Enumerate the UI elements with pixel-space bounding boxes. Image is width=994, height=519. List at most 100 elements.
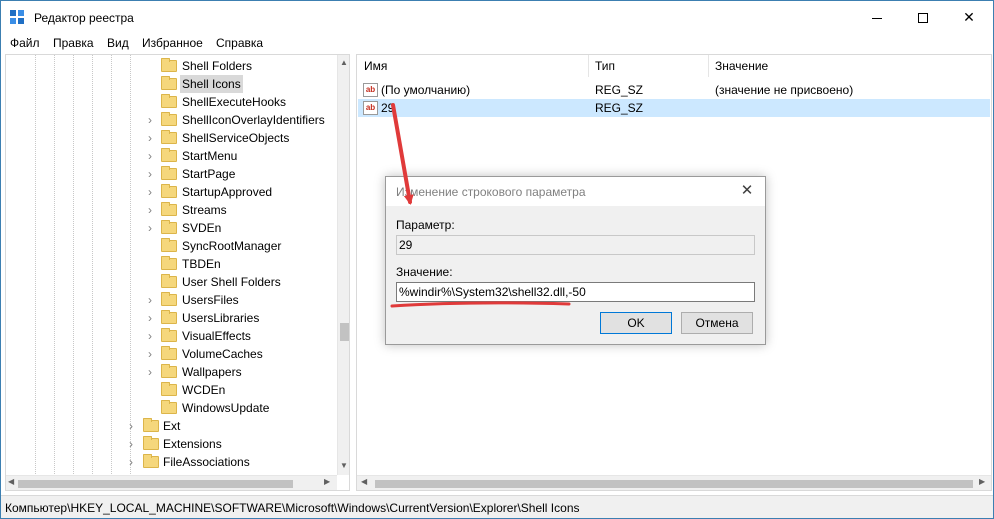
- expand-chevron-icon[interactable]: ›: [148, 183, 158, 201]
- tree-item-label: Extensions: [163, 437, 222, 451]
- tree-item-label: User Shell Folders: [182, 275, 281, 289]
- tree-item[interactable]: User Shell Folders: [6, 273, 336, 291]
- scroll-right-icon[interactable]: ▶: [979, 477, 985, 486]
- expand-chevron-icon[interactable]: ›: [148, 345, 158, 363]
- tree-item[interactable]: Shell Icons: [6, 75, 336, 93]
- scroll-thumb[interactable]: [340, 323, 349, 341]
- menu-view[interactable]: Вид: [107, 36, 129, 50]
- list-horizontal-scrollbar[interactable]: ◀ ▶: [357, 475, 991, 490]
- menu-edit[interactable]: Правка: [53, 36, 94, 50]
- expand-chevron-icon[interactable]: ›: [129, 435, 139, 453]
- tree-item-label: FileAssociations: [163, 455, 250, 469]
- expand-chevron-icon[interactable]: ›: [129, 453, 139, 471]
- tree-item[interactable]: › StartMenu: [6, 147, 336, 165]
- tree-item[interactable]: › StartPage: [6, 165, 336, 183]
- close-button[interactable]: ✕: [946, 1, 992, 33]
- menu-file[interactable]: Файл: [10, 36, 40, 50]
- tree-item[interactable]: › ShellIconOverlayIdentifiers: [6, 111, 336, 129]
- expand-chevron-icon[interactable]: ›: [148, 327, 158, 345]
- dialog-title-bar[interactable]: Изменение строкового параметра ✕: [386, 177, 765, 206]
- scroll-up-icon[interactable]: ▲: [340, 58, 348, 67]
- key-path: Компьютер\HKEY_LOCAL_MACHINE\SOFTWARE\Mi…: [5, 501, 580, 515]
- column-header-name[interactable]: Имя: [364, 59, 387, 73]
- tree-horizontal-scrollbar[interactable]: ◀ ▶: [6, 475, 337, 490]
- tree-item[interactable]: WindowsUpdate: [6, 399, 336, 417]
- tree-item[interactable]: › VolumeCaches: [6, 345, 336, 363]
- tree-item-label: StartupApproved: [182, 185, 273, 199]
- scroll-thumb[interactable]: [18, 480, 293, 488]
- value-row[interactable]: ab (По умолчанию) REG_SZ (значение не пр…: [358, 81, 990, 99]
- expand-chevron-icon[interactable]: ›: [148, 291, 158, 309]
- tree-item[interactable]: › Streams: [6, 201, 336, 219]
- dialog-close-icon[interactable]: ✕: [736, 181, 758, 201]
- scroll-left-icon[interactable]: ◀: [361, 477, 367, 486]
- folder-icon: [161, 274, 177, 288]
- tree-item[interactable]: › UsersLibraries: [6, 309, 336, 327]
- value-row-selected[interactable]: ab 29 REG_SZ: [358, 99, 990, 117]
- value-name: (По умолчанию): [381, 83, 471, 97]
- expand-chevron-icon[interactable]: ›: [148, 201, 158, 219]
- tree-item[interactable]: › VisualEffects: [6, 327, 336, 345]
- menu-help[interactable]: Справка: [216, 36, 263, 50]
- cancel-button[interactable]: Отмена: [681, 312, 753, 334]
- ok-button[interactable]: OK: [600, 312, 672, 334]
- minimize-button[interactable]: [854, 1, 900, 33]
- folder-icon: [161, 400, 177, 414]
- column-header-value[interactable]: Значение: [715, 59, 768, 73]
- expand-chevron-icon[interactable]: ›: [129, 417, 139, 435]
- expand-chevron-icon[interactable]: ›: [148, 147, 158, 165]
- tree-item-label: Ext: [163, 419, 181, 433]
- expand-chevron-icon[interactable]: ›: [148, 309, 158, 327]
- scroll-thumb[interactable]: [375, 480, 973, 488]
- tree-item[interactable]: › UsersFiles: [6, 291, 336, 309]
- tree-item[interactable]: › Extensions: [6, 435, 336, 453]
- folder-icon: [161, 292, 177, 306]
- tree-item-label: UsersLibraries: [182, 311, 260, 325]
- status-bar: Компьютер\HKEY_LOCAL_MACHINE\SOFTWARE\Mi…: [1, 495, 993, 518]
- scroll-left-icon[interactable]: ◀: [8, 477, 14, 486]
- param-label: Параметр:: [396, 218, 455, 232]
- expand-chevron-icon[interactable]: ›: [148, 111, 158, 129]
- folder-icon: [161, 76, 177, 90]
- value-data-input[interactable]: %windir%\System32\shell32.dll,-50: [396, 282, 755, 302]
- tree-item[interactable]: TBDEn: [6, 255, 336, 273]
- tree-item[interactable]: › Ext: [6, 417, 336, 435]
- maximize-button[interactable]: [900, 1, 946, 33]
- expand-chevron-icon[interactable]: ›: [148, 363, 158, 381]
- folder-icon: [161, 220, 177, 234]
- menu-favorites[interactable]: Избранное: [142, 36, 203, 50]
- value-label: Значение:: [396, 265, 453, 279]
- tree-item-label: Shell Folders: [182, 59, 253, 73]
- expand-chevron-icon[interactable]: ›: [148, 219, 158, 237]
- tree-item-label: ShellServiceObjects: [182, 131, 290, 145]
- tree-item-label: Shell Icons: [180, 75, 243, 93]
- tree-item-label: StartMenu: [182, 149, 238, 163]
- value-type: REG_SZ: [595, 83, 644, 97]
- tree-item-label: VisualEffects: [182, 329, 251, 343]
- tree-item[interactable]: › FileAssociations: [6, 453, 336, 471]
- string-value-icon: ab: [363, 101, 378, 115]
- tree-item[interactable]: WCDEn: [6, 381, 336, 399]
- value-data: (значение не присвоено): [715, 83, 854, 97]
- tree-item[interactable]: › Wallpapers: [6, 363, 336, 381]
- folder-icon: [161, 238, 177, 252]
- tree-item[interactable]: ShellExecuteHooks: [6, 93, 336, 111]
- tree-item[interactable]: › SVDEn: [6, 219, 336, 237]
- tree-item-label: TBDEn: [182, 257, 221, 271]
- expand-chevron-icon[interactable]: ›: [148, 129, 158, 147]
- tree-item[interactable]: › ShellServiceObjects: [6, 129, 336, 147]
- column-header-type[interactable]: Тип: [595, 59, 615, 73]
- tree-vertical-scrollbar[interactable]: ▲ ▼: [337, 55, 349, 475]
- tree-item[interactable]: Shell Folders: [6, 57, 336, 75]
- tree-item[interactable]: SyncRootManager: [6, 237, 336, 255]
- tree-item[interactable]: › StartupApproved: [6, 183, 336, 201]
- param-name-field: 29: [396, 235, 755, 255]
- tree-item-label: StartPage: [182, 167, 236, 181]
- minimize-icon: [872, 17, 882, 19]
- key-tree-pane[interactable]: Shell Folders Shell Icons ShellExecuteHook…: [5, 54, 350, 491]
- expand-chevron-icon[interactable]: ›: [148, 165, 158, 183]
- scroll-right-icon[interactable]: ▶: [324, 477, 330, 486]
- folder-icon: [143, 436, 159, 450]
- scroll-down-icon[interactable]: ▼: [340, 461, 348, 470]
- title-bar[interactable]: Редактор реестра ✕: [1, 1, 993, 33]
